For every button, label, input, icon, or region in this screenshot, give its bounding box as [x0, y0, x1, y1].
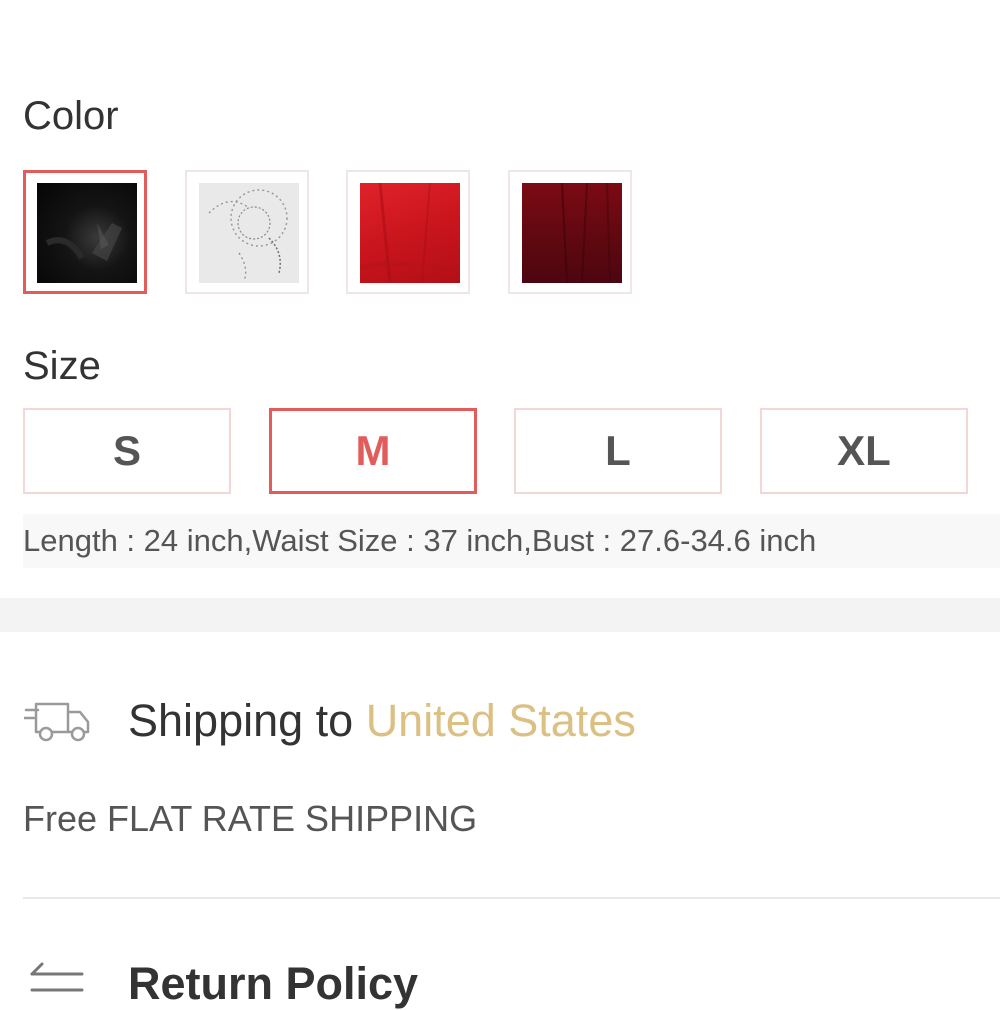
- color-swatch-black[interactable]: [23, 170, 147, 294]
- swatch-black-image: [37, 183, 137, 283]
- size-option-m[interactable]: M: [269, 408, 477, 494]
- shipping-destination[interactable]: Shipping to United States: [128, 695, 636, 747]
- size-measurements: Length : 24 inch,Waist Size : 37 inch,Bu…: [23, 514, 1000, 568]
- section-separator: [0, 598, 1000, 632]
- size-option-xl[interactable]: XL: [760, 408, 968, 494]
- divider: [23, 897, 1000, 899]
- color-swatch-red[interactable]: [346, 170, 470, 294]
- swatch-wine-image: [522, 183, 622, 283]
- size-label: Size: [23, 344, 101, 388]
- truck-icon: [22, 698, 92, 744]
- size-option-s[interactable]: S: [23, 408, 231, 494]
- clipped-text-fragment: [92, 0, 132, 4]
- swatch-white-image: [199, 183, 299, 283]
- shipping-country[interactable]: United States: [366, 695, 636, 746]
- swatch-red-image: [360, 183, 460, 283]
- color-swatch-wine[interactable]: [508, 170, 632, 294]
- shipping-prefix: Shipping to: [128, 695, 366, 746]
- return-policy-title[interactable]: Return Policy: [128, 958, 418, 1010]
- size-option-l[interactable]: L: [514, 408, 722, 494]
- color-swatch-white[interactable]: [185, 170, 309, 294]
- color-label: Color: [23, 94, 119, 138]
- swap-arrows-icon: [28, 960, 86, 1004]
- shipping-method: Free FLAT RATE SHIPPING: [23, 798, 478, 839]
